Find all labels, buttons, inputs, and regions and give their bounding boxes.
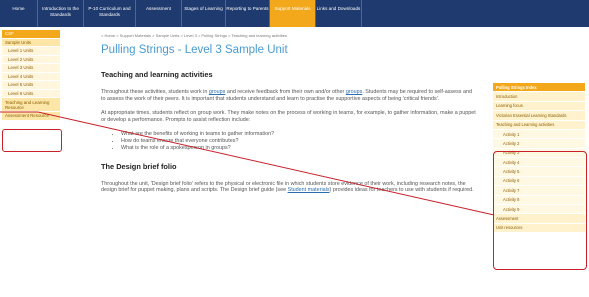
page-title: Pulling Strings - Level 3 Sample Unit: [101, 44, 288, 56]
breadcrumb[interactable]: > Home > Support Materials > Sample Unit…: [101, 33, 481, 38]
highlight-box-left: [2, 129, 62, 152]
list-item: How do teams ensure that everyone contri…: [121, 138, 481, 145]
highlight-box-right: [493, 151, 587, 270]
paragraph-design-brief: Throughout the unit, 'Design brief folio…: [101, 180, 474, 194]
index-item-introduction[interactable]: Introduction: [493, 92, 585, 102]
top-nav: Home Introduction to the Standards P-10 …: [0, 0, 589, 27]
sidebar-item-level-3[interactable]: Level 3 Units: [2, 64, 60, 73]
section-heading-activities: Teaching and learning activities: [101, 70, 213, 79]
nav-tab-home[interactable]: Home: [0, 0, 38, 27]
index-item-learning-focus[interactable]: Learning focus: [493, 101, 585, 112]
nav-spacer: [362, 0, 589, 27]
sidebar-item-level-1[interactable]: Level 1 Units: [2, 47, 60, 56]
list-item: What is the role of a spokesperson in gr…: [121, 145, 481, 152]
sidebar-item-level-2[interactable]: Level 2 Units: [2, 55, 60, 64]
nav-tab-support-materials[interactable]: Support Materials: [270, 0, 316, 27]
nav-tab-curriculum[interactable]: P-10 Curriculum and Standards: [84, 0, 136, 27]
sidebar-item-assessment-resource[interactable]: Assessment Resource: [2, 112, 60, 121]
nav-tab-assessment[interactable]: Assessment: [136, 0, 182, 27]
nav-tab-reporting[interactable]: Reporting to Parents: [226, 0, 270, 27]
sidebar-item-sample-units[interactable]: Sample Units: [2, 38, 60, 47]
sidebar-item-teaching-resource[interactable]: Teaching and Learning Resource: [2, 98, 60, 112]
groups-link-2[interactable]: groups: [346, 89, 362, 95]
paragraph-reflection: At appropriate times, students reflect o…: [101, 110, 476, 123]
nav-tab-links[interactable]: Links and Downloads: [316, 0, 362, 27]
nav-tab-stages[interactable]: Stages of Learning: [182, 0, 226, 27]
index-item-activity-1[interactable]: Activity 1: [493, 129, 585, 140]
list-item: What are the benefits of working in team…: [121, 131, 481, 138]
index-item-activity-2[interactable]: Activity 2: [493, 139, 585, 149]
main-content: > Home > Support Materials > Sample Unit…: [101, 33, 481, 202]
index-item-vels[interactable]: Victorian Essential Learning Standards: [493, 111, 585, 121]
sidebar-item-level-6[interactable]: Level 6 Units: [2, 89, 60, 98]
section-heading-design-brief: The Design brief folio: [101, 161, 177, 171]
index-item-teaching-activities[interactable]: Teaching and Learning activities: [493, 120, 585, 130]
left-sidebar: CSF Sample Units Level 1 Units Level 2 U…: [2, 30, 62, 152]
right-sidebar-index: Pulling Strings Index Introduction Learn…: [493, 83, 587, 270]
sidebar-item-level-5[interactable]: Level 5 Units: [2, 81, 60, 90]
nav-tab-introduction[interactable]: Introduction to the Standards: [38, 0, 84, 27]
sidebar-item-level-4[interactable]: Level 4 Units: [2, 72, 60, 81]
paragraph-intro: Throughout these activities, students wo…: [101, 89, 472, 102]
reflection-prompts-list: What are the benefits of working in team…: [121, 131, 481, 152]
groups-link[interactable]: groups: [209, 89, 225, 95]
sidebar-item-csf[interactable]: CSF: [2, 30, 60, 39]
index-title: Pulling Strings Index: [493, 83, 585, 93]
student-materials-link[interactable]: Student materials: [288, 187, 330, 193]
